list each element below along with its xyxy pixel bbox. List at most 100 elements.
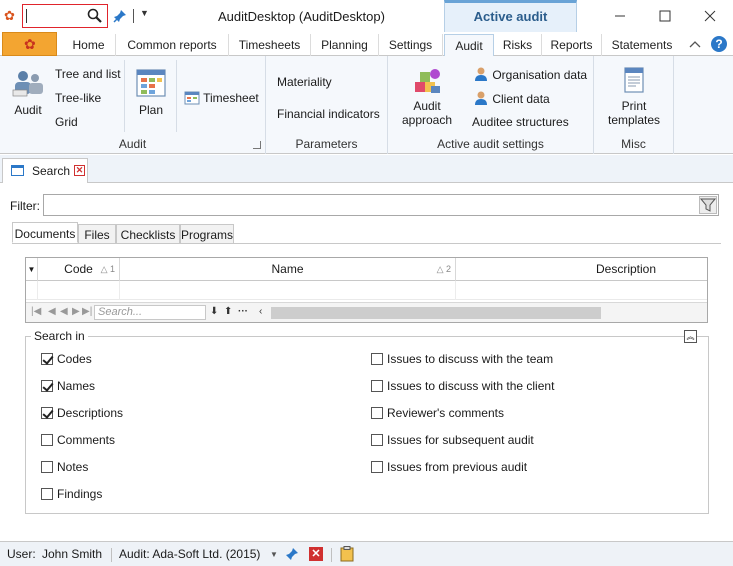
scroll-left-icon[interactable]: ‹	[259, 306, 262, 317]
audit-button[interactable]: Audit	[8, 68, 48, 117]
checkbox-label: Issues to discuss with the client	[387, 379, 555, 393]
group-label-misc: Misc	[621, 137, 646, 151]
status-bar: User: John Smith Audit: Ada-Soft Ltd. (2…	[0, 541, 733, 566]
sort-asc-icon: △ 2	[436, 264, 451, 274]
tree-like-button[interactable]: Tree-like	[55, 91, 101, 105]
tree-and-list-button[interactable]: Tree and list	[55, 67, 121, 81]
timesheet-icon	[184, 91, 200, 105]
print-template-icon	[624, 67, 644, 93]
checkbox[interactable]	[41, 488, 53, 500]
plan-button[interactable]: Plan	[132, 68, 170, 117]
help-icon[interactable]: ?	[711, 36, 727, 52]
close-icon[interactable]	[700, 6, 720, 26]
nav-prev-icon[interactable]: ◀	[60, 306, 68, 317]
close-audit-icon[interactable]: ✕	[309, 547, 323, 561]
app-logo-icon[interactable]: ✿	[4, 9, 18, 23]
tab-audit[interactable]: Audit	[444, 34, 494, 57]
grid-button[interactable]: Grid	[55, 115, 78, 129]
collapse-ribbon-icon[interactable]	[689, 39, 701, 49]
checkbox-label: Findings	[57, 487, 103, 501]
ribbon-tabs: ✿ Home Common reports Timesheets Plannin…	[0, 32, 733, 57]
nav-first-icon[interactable]: |◀	[31, 306, 41, 317]
audit-people-icon	[12, 71, 43, 97]
filter-button[interactable]	[699, 196, 717, 214]
collapse-panel-icon[interactable]: ︽	[684, 330, 697, 343]
column-header-description[interactable]: Description	[456, 258, 707, 281]
tab-planning[interactable]: Planning	[311, 34, 379, 56]
checkbox[interactable]	[371, 353, 383, 365]
checkbox[interactable]	[41, 461, 53, 473]
pin-icon[interactable]	[285, 547, 299, 561]
minimize-icon[interactable]	[610, 6, 630, 26]
client-data-button[interactable]: Client data	[473, 90, 550, 106]
arrow-down-icon[interactable]: ⬇	[210, 306, 218, 317]
print-templates-button[interactable]: Print templates	[602, 66, 666, 127]
nav-prev-page-icon[interactable]: ◀	[48, 306, 56, 317]
audit-dropdown-icon[interactable]: ▼	[270, 550, 278, 559]
audit-approach-label-line1: Audit	[413, 99, 441, 113]
tab-files[interactable]: Files	[78, 224, 116, 244]
checkbox[interactable]	[371, 461, 383, 473]
magnifier-icon[interactable]	[87, 8, 103, 24]
quick-search-input[interactable]	[22, 4, 108, 28]
group-launcher-icon[interactable]	[253, 141, 261, 149]
more-options-icon[interactable]: ···	[238, 306, 248, 317]
checkbox[interactable]	[41, 434, 53, 446]
audit-approach-button[interactable]: Audit approach	[400, 66, 454, 127]
toolbar-separator	[133, 9, 134, 23]
tab-statements[interactable]: Statements	[602, 34, 682, 56]
clipboard-icon[interactable]	[340, 546, 354, 562]
search-in-label: Search in	[31, 329, 88, 343]
status-audit[interactable]: Audit: Ada-Soft Ltd. (2015)	[119, 547, 260, 561]
group-divider	[124, 60, 125, 132]
arrow-up-icon[interactable]: ⬆	[224, 306, 232, 317]
filter-label: Filter:	[10, 199, 40, 213]
nav-last-icon[interactable]: ▶|	[82, 306, 92, 317]
document-tab-search[interactable]: Search ✕	[2, 158, 88, 183]
column-header-name-label: Name	[271, 262, 304, 276]
tab-documents[interactable]: Documents	[12, 222, 78, 243]
tab-settings[interactable]: Settings	[379, 34, 443, 56]
checkbox[interactable]	[371, 380, 383, 392]
title-bar: ✿ ▼ AuditDesktop (AuditDesktop) Active a…	[0, 0, 733, 32]
maximize-icon[interactable]	[655, 6, 675, 26]
checkbox[interactable]	[371, 434, 383, 446]
file-menu-button[interactable]: ✿	[2, 32, 57, 56]
auditee-structures-button[interactable]: Auditee structures	[472, 115, 569, 129]
organisation-data-button[interactable]: Organisation data	[473, 66, 587, 82]
tab-home[interactable]: Home	[62, 34, 116, 56]
table-row[interactable]	[26, 281, 707, 300]
ribbon-group-parameters: Materiality Financial indicators Paramet…	[266, 56, 388, 154]
checkbox[interactable]	[41, 353, 53, 365]
column-chooser-icon[interactable]: ▼	[26, 258, 38, 281]
checkbox[interactable]	[41, 407, 53, 419]
timesheet-button[interactable]: Timesheet	[184, 91, 259, 105]
checkbox-label: Issues for subsequent audit	[387, 433, 534, 447]
column-header-name[interactable]: Name △ 2	[120, 258, 456, 281]
audit-approach-icon	[415, 69, 440, 93]
close-tab-icon[interactable]: ✕	[74, 165, 85, 176]
horizontal-scrollbar[interactable]	[271, 307, 601, 319]
tab-common-reports[interactable]: Common reports	[116, 34, 229, 56]
tab-risks[interactable]: Risks	[494, 34, 542, 56]
pin-icon[interactable]	[113, 9, 127, 23]
document-tab-label: Search	[32, 164, 71, 178]
checkbox[interactable]	[41, 380, 53, 392]
filter-input[interactable]	[43, 194, 719, 216]
checkbox[interactable]	[371, 407, 383, 419]
materiality-button[interactable]: Materiality	[277, 75, 332, 89]
customize-toolbar-dropdown-icon[interactable]: ▼	[140, 8, 149, 18]
window-icon	[11, 165, 24, 176]
tab-timesheets[interactable]: Timesheets	[229, 34, 311, 56]
nav-next-icon[interactable]: ▶	[72, 306, 80, 317]
tab-reports[interactable]: Reports	[542, 34, 602, 56]
sort-asc-icon: △ 1	[100, 264, 115, 274]
funnel-icon	[699, 198, 717, 212]
documents-grid[interactable]: ▼ Code △ 1 Name △ 2 Description |◀ ◀ ◀ ▶…	[25, 257, 708, 323]
checkbox-label: Notes	[57, 460, 89, 474]
financial-indicators-button[interactable]: Financial indicators	[277, 107, 380, 121]
grid-search-input[interactable]: Search...	[94, 305, 206, 320]
tab-checklists[interactable]: Checklists	[116, 224, 180, 244]
tab-programs[interactable]: Programs	[180, 224, 234, 244]
column-header-code[interactable]: Code △ 1	[38, 258, 120, 281]
